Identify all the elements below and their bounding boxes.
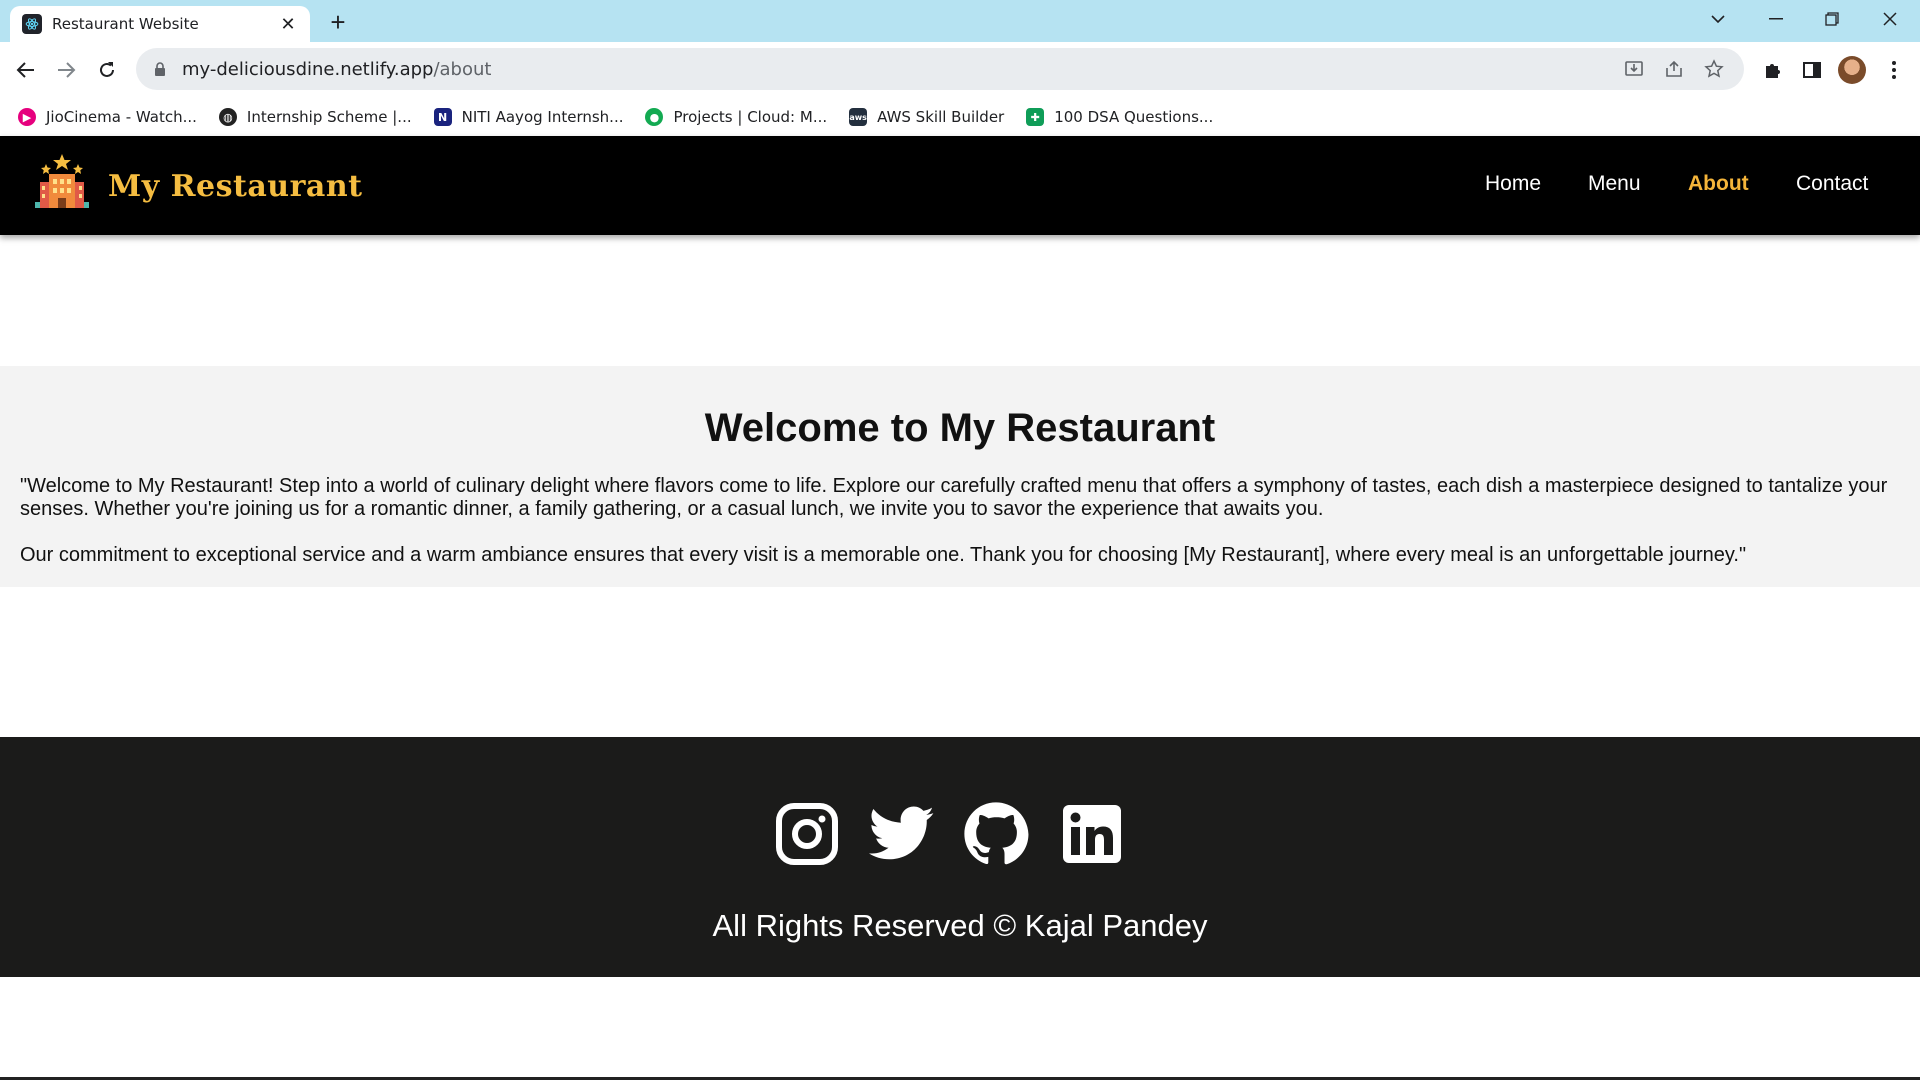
mongodb-icon: ● [645,108,664,126]
nav-link-menu[interactable]: Menu [1588,172,1641,196]
url-path: /about [433,58,492,80]
side-panel-icon[interactable] [1798,56,1826,84]
reload-icon[interactable] [91,54,123,86]
forward-arrow-icon[interactable] [50,54,82,86]
about-paragraph: "Welcome to My Restaurant! Step into a w… [20,475,1888,520]
back-arrow-icon[interactable] [10,54,42,86]
github-icon[interactable] [963,801,1029,867]
bookmarks-bar: ▶ JioCinema - Watch... ◍ Internship Sche… [0,98,1920,136]
browser-tab-strip: Restaurant Website ✕ + [0,0,1920,42]
react-favicon-icon [22,14,42,34]
bookmark-label: NITI Aayog Internsh... [461,108,624,126]
bookmark-label: Projects | Cloud: M... [673,108,828,126]
tab-close-icon[interactable]: ✕ [278,14,298,34]
new-tab-button[interactable]: + [324,7,352,37]
tab-title: Restaurant Website [52,15,199,33]
install-app-icon[interactable] [1622,58,1646,80]
browser-tab-active[interactable]: Restaurant Website ✕ [10,6,310,42]
linkedin-icon[interactable] [1059,801,1125,867]
globe-icon: ◍ [218,108,237,126]
share-icon[interactable] [1662,58,1686,80]
nav-link-contact[interactable]: Contact [1796,172,1868,196]
bookmark-item[interactable]: ● Projects | Cloud: M... [645,108,827,126]
extensions-puzzle-icon[interactable] [1758,56,1786,84]
instagram-icon[interactable] [774,801,840,867]
brand-name[interactable]: My Restaurant [108,169,363,204]
aws-icon: aws [849,108,868,126]
twitter-icon[interactable] [869,801,935,867]
bookmark-label: 100 DSA Questions... [1054,108,1214,126]
kebab-menu-icon[interactable] [1880,56,1908,84]
site-navbar: My Restaurant Home Menu About Contact [0,136,1920,235]
lock-icon[interactable] [152,61,168,77]
bookmark-label: JioCinema - Watch... [46,108,197,126]
bookmark-label: AWS Skill Builder [877,108,1005,126]
bookmark-star-icon[interactable] [1702,58,1726,80]
address-bar[interactable]: my-deliciousdine.netlify.app/about [136,48,1744,90]
sheets-icon: ✚ [1026,108,1045,126]
browser-toolbar: my-deliciousdine.netlify.app/about [0,42,1920,98]
restaurant-logo-icon[interactable] [32,152,92,212]
about-section: Welcome to My Restaurant "Welcome to My … [0,366,1920,587]
bookmark-item[interactable]: ✚ 100 DSA Questions... [1026,108,1213,126]
niti-icon: N [433,108,452,126]
nav-link-home[interactable]: Home [1485,172,1541,196]
minimize-icon[interactable] [1748,0,1804,38]
tab-search-icon[interactable] [1690,0,1746,38]
bookmark-label: Internship Scheme |... [246,108,412,126]
about-title: Welcome to My Restaurant [704,406,1216,450]
about-paragraph: Our commitment to exceptional service an… [20,544,1747,566]
bookmark-item[interactable]: ▶ JioCinema - Watch... [18,108,197,126]
bookmark-item[interactable]: ◍ Internship Scheme |... [218,108,412,126]
site-footer: All Rights Reserved © Kajal Pandey [0,737,1920,977]
restore-icon[interactable] [1804,0,1860,38]
jiocinema-icon: ▶ [18,108,36,126]
profile-avatar[interactable] [1838,56,1866,84]
url-host: my-deliciousdine.netlify.app [182,58,434,80]
nav-link-about[interactable]: About [1688,172,1749,196]
window-close-icon[interactable] [1862,0,1918,38]
bookmark-item[interactable]: aws AWS Skill Builder [849,108,1004,126]
footer-copyright: All Rights Reserved © Kajal Pandey [712,908,1208,943]
bookmark-item[interactable]: N NITI Aayog Internsh... [433,108,624,126]
